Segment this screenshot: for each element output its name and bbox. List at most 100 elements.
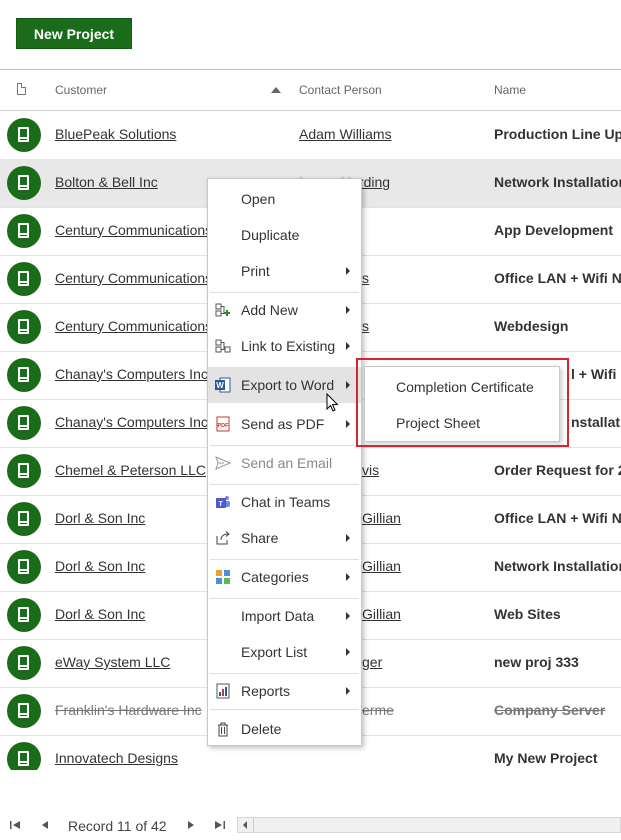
scroll-left-icon[interactable]: [242, 821, 248, 829]
first-page-icon[interactable]: [9, 820, 21, 830]
customer-link[interactable]: Chemel & Peterson LLC: [55, 462, 206, 478]
customer-link[interactable]: Bolton & Bell Inc: [55, 174, 158, 190]
sort-ascending-icon[interactable]: [271, 87, 281, 93]
project-avatar-icon: [7, 550, 41, 584]
menu-item-label: Print: [241, 263, 270, 279]
menu-item-label: Send an Email: [241, 455, 333, 471]
contact-link[interactable]: Gillian: [362, 510, 401, 526]
menu-item-share[interactable]: Share: [208, 520, 361, 556]
customer-link[interactable]: Century Communications: [55, 222, 212, 238]
project-name: App Development: [494, 222, 614, 238]
share-icon: [216, 531, 230, 545]
mouse-cursor-icon: [326, 393, 339, 412]
menu-item-reports[interactable]: Reports: [208, 673, 361, 709]
project-avatar-icon: [7, 646, 41, 680]
trash-icon: [218, 722, 228, 737]
customer-link[interactable]: Innovatech Designs: [55, 750, 178, 766]
customer-link[interactable]: Chanay's Computers Inc: [55, 366, 208, 382]
project-avatar-icon: [7, 310, 41, 344]
customer-link[interactable]: eWay System LLC: [55, 654, 170, 670]
menu-item-import-data[interactable]: Import Data: [208, 598, 361, 634]
project-avatar-icon: [7, 694, 41, 728]
contact-link[interactable]: Gillian: [362, 606, 401, 622]
project-name: nstallation: [571, 414, 621, 430]
menu-item-label: Export List: [241, 644, 308, 660]
chevron-right-icon: [346, 534, 350, 542]
chevron-right-icon: [346, 420, 350, 428]
menu-separator: [210, 709, 359, 710]
customer-link[interactable]: Century Communications: [55, 318, 212, 334]
contact-link[interactable]: Gillian: [362, 558, 401, 574]
menu-item-label: Chat in Teams: [241, 494, 331, 510]
project-name: Network Installation: [494, 174, 621, 190]
context-menu: Open Duplicate Print Add New Link to Exi…: [207, 178, 362, 746]
project-name: Webdesign: [494, 318, 569, 334]
menu-item-export-list[interactable]: Export List: [208, 634, 361, 670]
new-project-button[interactable]: New Project: [16, 18, 132, 49]
customer-link[interactable]: Dorl & Son Inc: [55, 510, 145, 526]
previous-page-icon[interactable]: [41, 820, 49, 830]
customer-link[interactable]: Franklin's Hardware Inc: [55, 702, 202, 718]
menu-item-label: Link to Existing: [241, 338, 336, 354]
project-avatar-icon: [7, 502, 41, 536]
project-name: Office LAN + Wifi N: [494, 510, 621, 526]
add-new-icon: [215, 303, 230, 317]
menu-item-label: Reports: [241, 683, 291, 699]
chevron-right-icon: [346, 612, 350, 620]
menu-item-label: Add New: [241, 302, 298, 318]
menu-item-chat-teams[interactable]: T Chat in Teams: [208, 484, 361, 520]
chevron-right-icon: [346, 648, 350, 656]
column-header-contact[interactable]: Contact Person: [299, 83, 382, 97]
menu-item-print[interactable]: Print: [208, 253, 361, 289]
link-existing-icon: [215, 339, 231, 353]
table-row[interactable]: BluePeak Solutions Adam Williams Product…: [0, 111, 621, 160]
customer-link[interactable]: BluePeak Solutions: [55, 126, 176, 142]
svg-text:T: T: [219, 501, 224, 508]
menu-item-open[interactable]: Open: [208, 181, 361, 217]
menu-item-label: Send as PDF: [241, 416, 325, 432]
contact-link[interactable]: s: [362, 270, 369, 286]
contact-link[interactable]: ger: [362, 654, 382, 670]
last-page-icon[interactable]: [214, 820, 226, 830]
menu-item-label: Duplicate: [241, 227, 300, 243]
chevron-right-icon: [346, 381, 350, 389]
reports-icon: [216, 683, 230, 699]
menu-item-link-existing[interactable]: Link to Existing: [208, 328, 361, 364]
menu-item-duplicate[interactable]: Duplicate: [208, 217, 361, 253]
menu-item-label: Export to Word: [241, 377, 335, 393]
chevron-right-icon: [346, 573, 350, 581]
contact-link[interactable]: erme: [362, 702, 394, 718]
column-header-customer[interactable]: Customer: [55, 83, 107, 97]
menu-item-label: Categories: [241, 569, 309, 585]
contact-link[interactable]: Adam Williams: [299, 126, 392, 142]
menu-item-categories[interactable]: Categories: [208, 559, 361, 595]
project-name: new proj 333: [494, 654, 579, 670]
customer-link[interactable]: Chanay's Computers Inc: [55, 414, 208, 430]
document-icon: [17, 83, 26, 95]
svg-text:W: W: [216, 381, 224, 390]
highlight-box: [356, 358, 569, 447]
menu-item-send-email[interactable]: Send an Email: [208, 445, 361, 481]
customer-link[interactable]: Dorl & Son Inc: [55, 558, 145, 574]
send-icon: [215, 456, 231, 470]
project-name: l + Wifi N: [571, 366, 621, 382]
project-avatar-icon: [7, 358, 41, 392]
project-avatar-icon: [7, 262, 41, 296]
next-page-icon[interactable]: [187, 820, 195, 830]
project-name: Network Installation: [494, 558, 621, 574]
column-header-name[interactable]: Name: [494, 83, 526, 97]
project-avatar-icon: [7, 454, 41, 488]
menu-item-add-new[interactable]: Add New: [208, 292, 361, 328]
customer-link[interactable]: Century Communications: [55, 270, 212, 286]
contact-link[interactable]: vis: [362, 462, 379, 478]
teams-icon: T: [216, 496, 230, 508]
project-name: Production Line Upg: [494, 126, 621, 142]
chevron-right-icon: [346, 306, 350, 314]
chevron-right-icon: [346, 342, 350, 350]
customer-link[interactable]: Dorl & Son Inc: [55, 606, 145, 622]
menu-item-label: Share: [241, 530, 279, 546]
contact-link[interactable]: s: [362, 318, 369, 334]
menu-item-delete[interactable]: Delete: [208, 711, 361, 747]
pdf-icon: PDF: [216, 416, 230, 432]
horizontal-scrollbar[interactable]: [237, 817, 621, 833]
